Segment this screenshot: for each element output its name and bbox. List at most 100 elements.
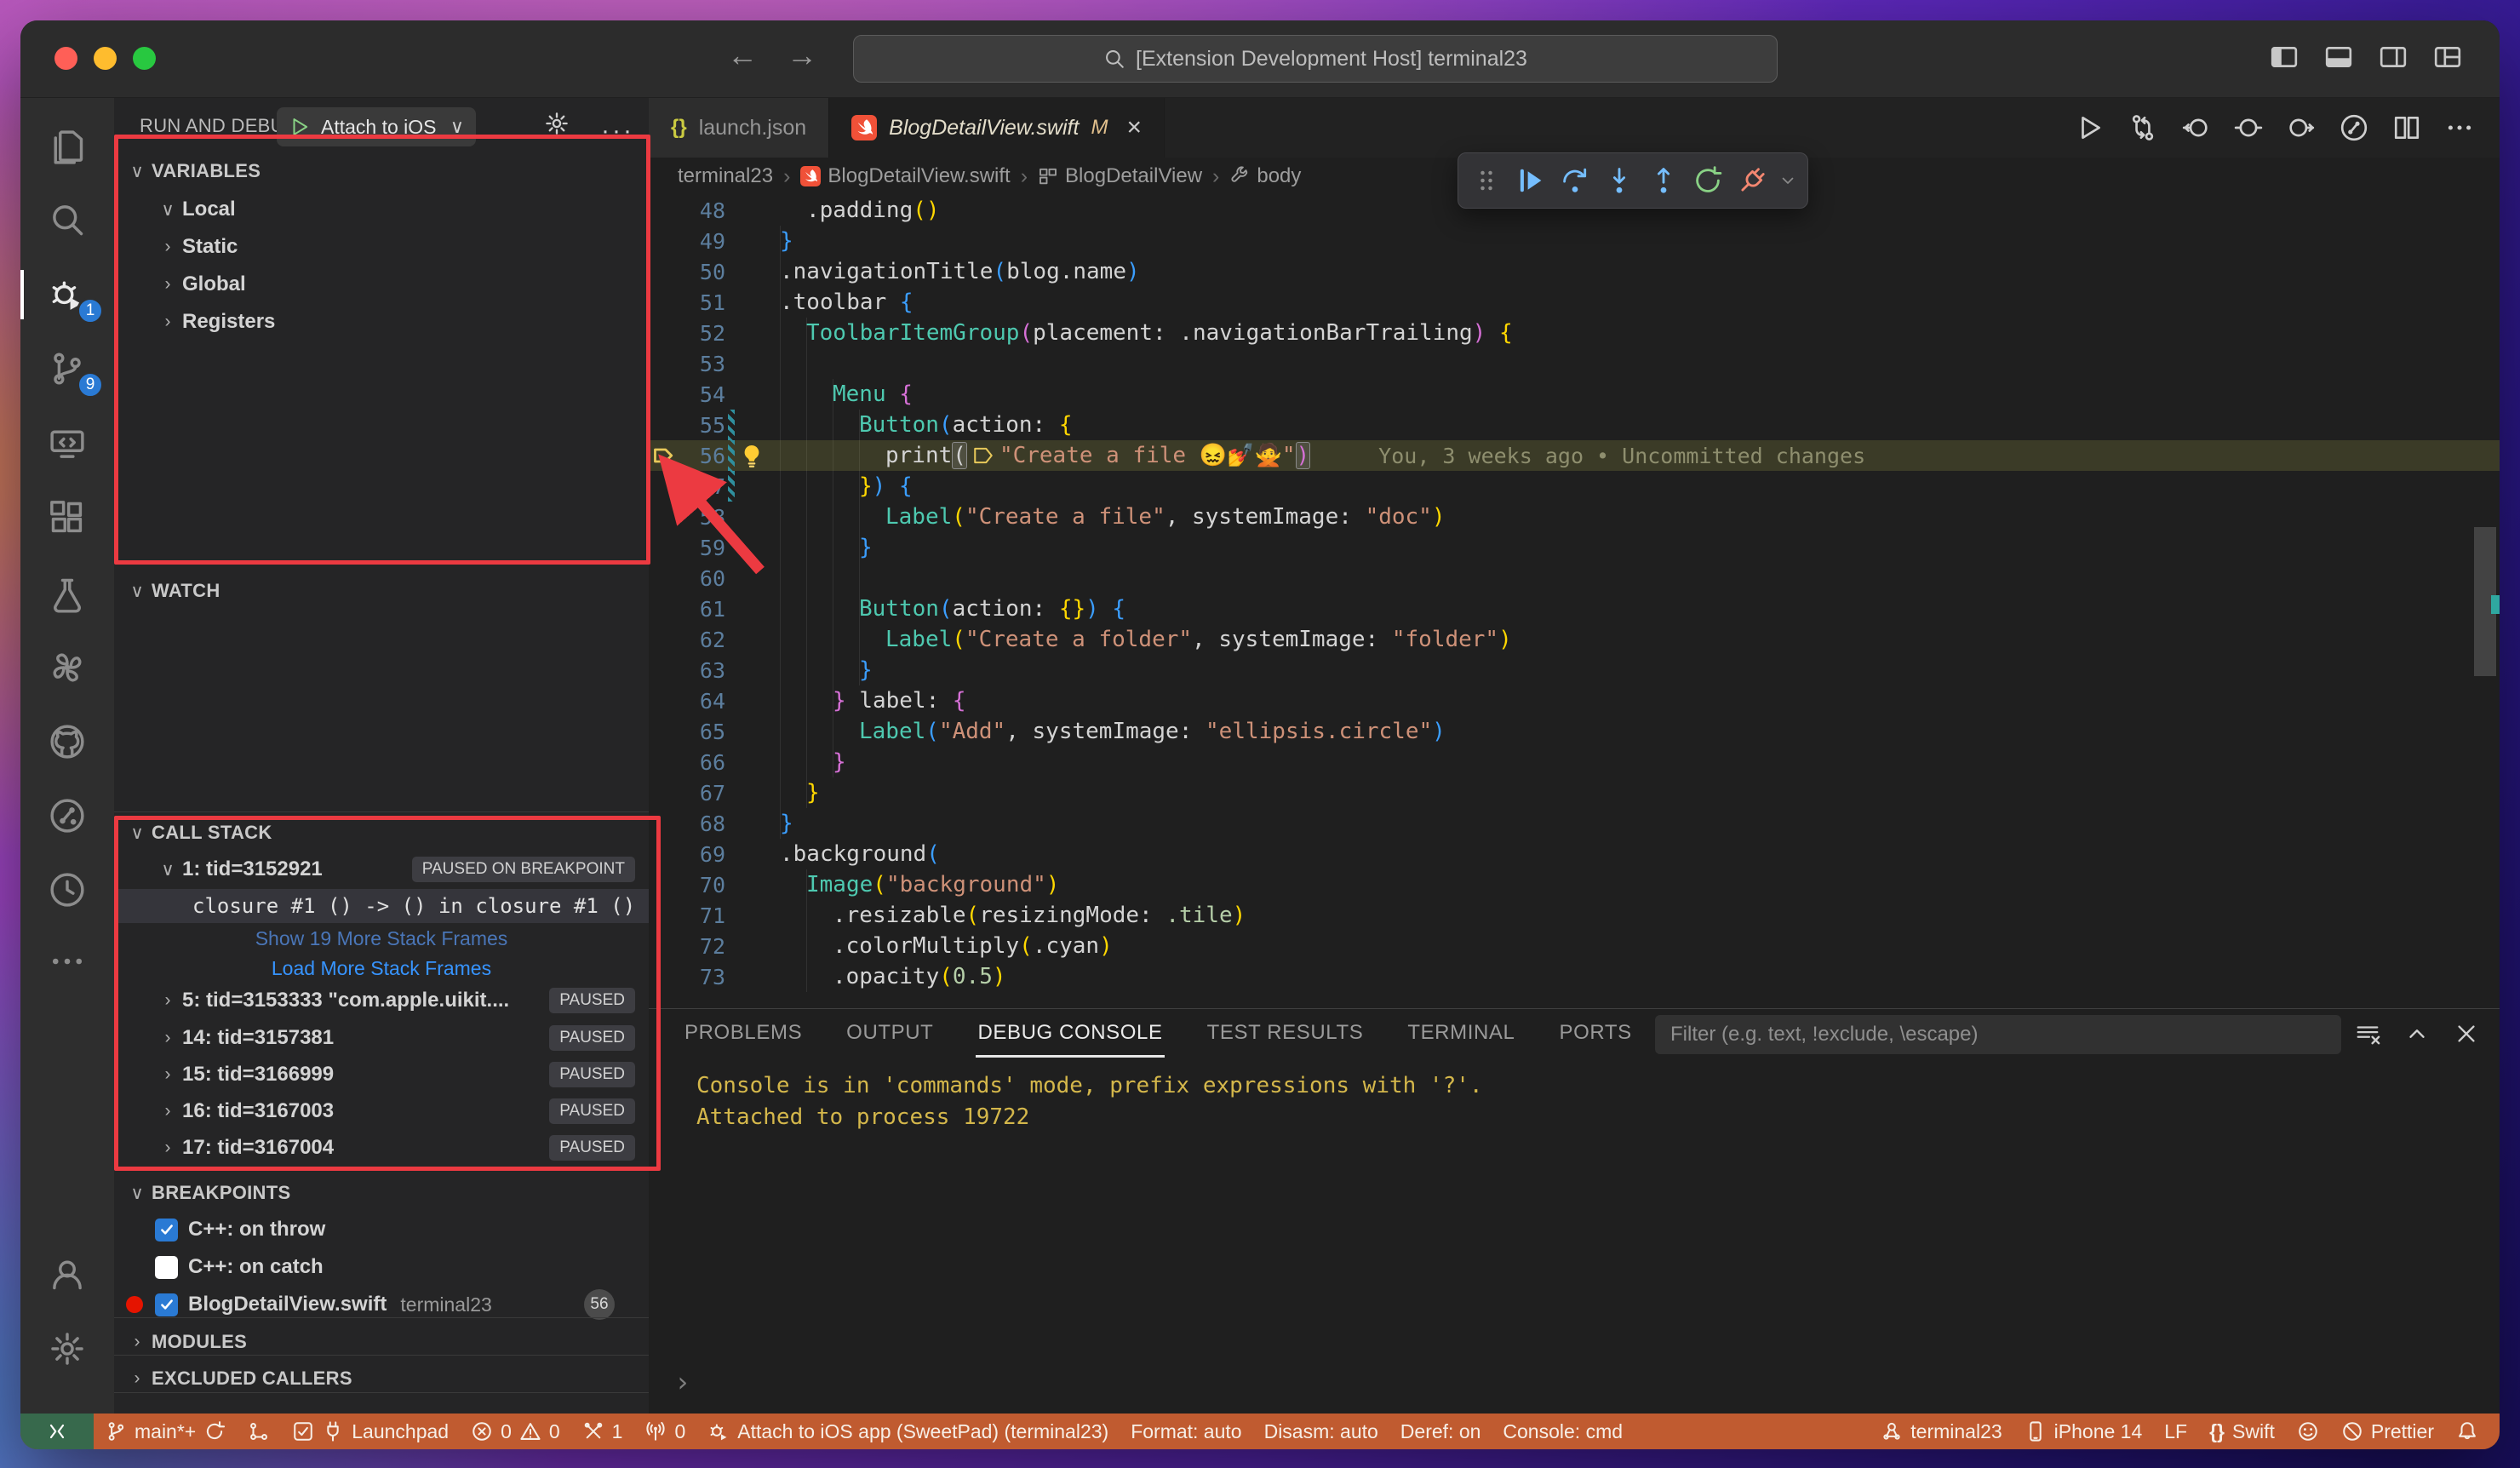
code-line-64[interactable]: 64} label: { <box>649 685 2500 716</box>
activitybar-item-testing[interactable] <box>20 558 114 631</box>
status-launchpad[interactable]: Launchpad <box>281 1414 460 1449</box>
section-watch[interactable]: ∨ WATCH <box>114 574 649 608</box>
code-line-66[interactable]: 66} <box>649 747 2500 777</box>
activitybar-item-commit-graph[interactable] <box>20 779 114 852</box>
panel-tab-terminal[interactable]: TERMINAL <box>1406 1011 1516 1058</box>
clear-console-icon[interactable] <box>2355 1021 2380 1047</box>
status-feedback[interactable] <box>2286 1414 2330 1449</box>
breakpoint-checkbox[interactable] <box>155 1218 178 1241</box>
git-compare-icon[interactable] <box>2128 113 2157 142</box>
activitybar-item-gitlens[interactable] <box>20 853 114 926</box>
code-line-69[interactable]: 69 .background( <box>649 839 2500 869</box>
debug-console-filter-input[interactable] <box>1655 1015 2341 1054</box>
disconnect-dropdown-chevron-icon[interactable] <box>1777 161 1799 200</box>
callstack-thread[interactable]: › 17: tid=3167004 PAUSED <box>114 1131 649 1165</box>
more-actions-icon[interactable] <box>2445 113 2474 142</box>
lightbulb-icon[interactable] <box>739 443 765 474</box>
breadcrumb-item[interactable]: BlogDetailView.swift <box>800 164 1011 188</box>
debug-settings-gear-icon[interactable] <box>544 111 570 136</box>
breakpoint-row[interactable]: BlogDetailView.swift terminal23 56 <box>114 1287 649 1322</box>
status-device[interactable]: iPhone 14 <box>2013 1414 2154 1449</box>
breakpoint-checkbox[interactable] <box>155 1293 178 1316</box>
section-modules[interactable]: › MODULES <box>114 1325 649 1359</box>
code-line-56[interactable]: 56 print("Create a file 😖💅🙅") You, 3 weeks… <box>649 440 2500 471</box>
variables-scope-registers[interactable]: › Registers <box>114 305 649 339</box>
callstack-frame[interactable]: closure #1 () -> () in closure #1 () -> … <box>114 889 649 923</box>
section-variables[interactable]: ∨ VARIABLES <box>114 154 649 188</box>
activitybar-item-extensions[interactable] <box>20 481 114 554</box>
code-line-50[interactable]: 50 .navigationTitle(blog.name) <box>649 256 2500 287</box>
code-line-54[interactable]: 54 Menu { <box>649 379 2500 410</box>
toggle-panel-icon[interactable] <box>2324 43 2353 72</box>
panel-tab-debug-console[interactable]: DEBUG CONSOLE <box>976 1011 1165 1058</box>
callstack-thread[interactable]: › 16: tid=3167003 PAUSED <box>114 1094 649 1128</box>
code-line-60[interactable]: 60 <box>649 563 2500 594</box>
code-line-61[interactable]: 61 Button(action: {}) { <box>649 594 2500 624</box>
status-format-mode[interactable]: Format: auto <box>1120 1414 1252 1449</box>
status-console-mode[interactable]: Console: cmd <box>1492 1414 1634 1449</box>
status-fix-count[interactable]: 1 <box>571 1414 634 1449</box>
status-git-branch[interactable]: main*+ <box>94 1414 237 1449</box>
close-panel-icon[interactable] <box>2454 1021 2479 1047</box>
code-line-73[interactable]: 73 .opacity(0.5) <box>649 961 2500 992</box>
variables-scope-static[interactable]: › Static <box>114 230 649 264</box>
command-center-search[interactable]: [Extension Development Host] terminal23 <box>853 35 1778 83</box>
status-debug-session[interactable]: Attach to iOS app (SweetPad) (terminal23… <box>696 1414 1120 1449</box>
activitybar-item-sweetpad[interactable] <box>20 631 114 704</box>
status-deref-mode[interactable]: Deref: on <box>1389 1414 1492 1449</box>
close-tab-icon[interactable]: × <box>1126 113 1142 142</box>
toggle-primary-sidebar-icon[interactable] <box>2270 43 2299 72</box>
breakpoint-row[interactable]: C++: on throw <box>114 1213 649 1247</box>
panel-tab-test-results[interactable]: TEST RESULTS <box>1206 1011 1366 1058</box>
zoom-window-button[interactable] <box>133 47 156 70</box>
status-target-scheme[interactable]: terminal23 <box>1870 1414 2013 1449</box>
step-over-button[interactable] <box>1555 161 1595 200</box>
run-commit-icon[interactable] <box>2340 113 2368 142</box>
code-line-63[interactable]: 63} <box>649 655 2500 685</box>
callstack-link[interactable]: Load More Stack Frames <box>114 951 649 985</box>
remote-indicator[interactable] <box>20 1414 94 1449</box>
code-editor[interactable]: 48 .padding() 49} 50 .navigationTitle(blog.n… <box>649 195 2500 1008</box>
status-prettier[interactable]: Prettier <box>2330 1414 2445 1449</box>
panel-tab-problems[interactable]: PROBLEMS <box>683 1011 804 1058</box>
code-line-70[interactable]: 70 Image("background") <box>649 869 2500 900</box>
code-line-57[interactable]: 57}) { <box>649 471 2500 502</box>
split-editor-icon[interactable] <box>2392 113 2421 142</box>
step-into-button[interactable] <box>1600 161 1639 200</box>
callstack-thread[interactable]: › 5: tid=3153333 "com.apple.uikit.... PAUS… <box>114 983 649 1018</box>
callstack-thread[interactable]: ∨ 1: tid=3152921 PAUSED ON BREAKPOINT <box>114 852 649 886</box>
breakpoint-row[interactable]: C++: on catch <box>114 1250 649 1284</box>
breadcrumb-item[interactable]: terminal23 <box>678 164 773 188</box>
start-debug-icon[interactable] <box>289 116 311 138</box>
panel-tab-ports[interactable]: PORTS <box>1557 1011 1633 1058</box>
step-back-icon[interactable] <box>2181 113 2210 142</box>
history-forward-icon[interactable]: → <box>787 37 817 73</box>
breakpoint-checkbox[interactable] <box>155 1255 178 1279</box>
code-line-55[interactable]: 55 Button(action: { <box>649 410 2500 440</box>
history-back-icon[interactable]: ← <box>727 37 758 73</box>
code-line-72[interactable]: 72 .colorMultiply(.cyan) <box>649 931 2500 961</box>
tab-blogdetailview-swift[interactable]: BlogDetailView.swift M × <box>829 98 1165 158</box>
code-line-71[interactable]: 71 .resizable(resizingMode: .tile) <box>649 900 2500 931</box>
activitybar-item-github[interactable] <box>20 705 114 778</box>
status-language-mode[interactable]: {} Swift <box>2198 1414 2286 1449</box>
run-icon[interactable] <box>2076 113 2105 142</box>
activitybar-item-remote-explorer[interactable] <box>20 407 114 480</box>
status-disasm-mode[interactable]: Disasm: auto <box>1253 1414 1389 1449</box>
code-line-53[interactable]: 53 <box>649 348 2500 379</box>
code-line-59[interactable]: 59} <box>649 532 2500 563</box>
breadcrumb-item[interactable]: body <box>1229 164 1301 188</box>
section-excluded-callers[interactable]: › EXCLUDED CALLERS <box>114 1362 649 1396</box>
activitybar-item-additional-views[interactable] <box>20 925 114 998</box>
code-line-49[interactable]: 49} <box>649 226 2500 256</box>
code-line-67[interactable]: 67} <box>649 777 2500 808</box>
status-eol[interactable]: LF <box>2153 1414 2198 1449</box>
code-line-62[interactable]: 62 Label("Create a folder", systemImage: … <box>649 624 2500 655</box>
activitybar-item-manage-settings[interactable] <box>20 1312 114 1385</box>
step-forward-icon[interactable] <box>2287 113 2316 142</box>
status-problems[interactable]: 00 <box>460 1414 571 1449</box>
record-circle-icon[interactable] <box>2234 113 2263 142</box>
stack-frames-link[interactable]: Show 19 More Stack Frames <box>255 927 508 950</box>
customize-layout-icon[interactable] <box>2433 43 2462 72</box>
restart-button[interactable] <box>1688 161 1727 200</box>
